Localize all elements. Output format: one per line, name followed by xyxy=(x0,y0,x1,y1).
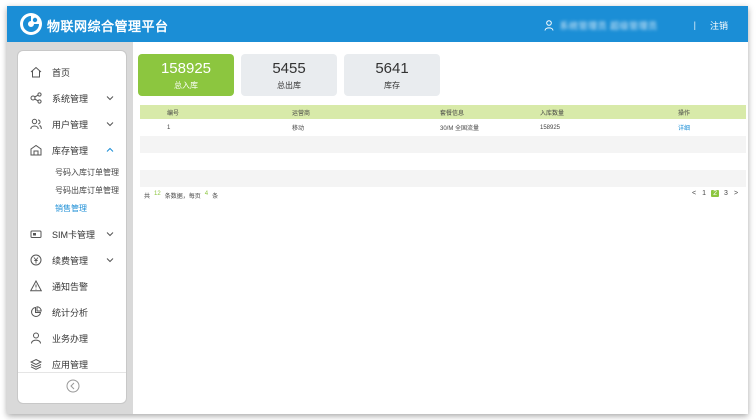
submenu-item-outbound-orders[interactable]: 号码出库订单管理 xyxy=(18,181,126,199)
chevron-down-icon xyxy=(106,122,114,127)
sidebar-item-business[interactable]: 业务办理 xyxy=(18,325,126,351)
sidebar-item-inventory[interactable]: 库存管理 xyxy=(18,137,126,163)
users-icon xyxy=(30,118,42,130)
next-page-button[interactable]: > xyxy=(733,190,739,197)
header-separator: | xyxy=(693,20,696,30)
table-cell: 1 xyxy=(167,124,171,131)
stat-label: 总出库 xyxy=(277,81,301,90)
submenu-item-inbound-orders[interactable]: 号码入库订单管理 xyxy=(18,163,126,181)
sidebar-divider xyxy=(18,372,126,373)
pagination-suffix: 条 xyxy=(212,194,219,200)
sidebar-item-label: 应用管理 xyxy=(52,359,89,370)
yen-coin-icon xyxy=(30,254,42,266)
user-icon xyxy=(544,19,554,31)
inventory-submenu: 号码入库订单管理 号码出库订单管理 销售管理 xyxy=(18,163,126,217)
table-row-empty xyxy=(140,153,746,170)
table-cell: 30/M 全国流量 xyxy=(440,126,480,132)
column-header: 运营商 xyxy=(292,110,311,117)
column-header: 入库数量 xyxy=(540,110,565,117)
pagination-info: 共 12 条数据，每页 4 条 xyxy=(144,191,218,200)
sidebar-item-label: 库存管理 xyxy=(52,145,89,156)
sidebar-item-apps[interactable]: 应用管理 xyxy=(18,351,126,377)
table-cell: 158925 xyxy=(540,124,561,131)
prev-page-button[interactable]: < xyxy=(691,190,697,197)
pagination-per-page: 4 xyxy=(204,191,209,197)
user-name[interactable]: 系统管理员 超级管理员 xyxy=(560,19,658,32)
share-nodes-icon xyxy=(30,92,42,104)
chevron-up-icon xyxy=(106,147,114,152)
sidebar-menu-lower: SIM卡管理 续费管理 通知告警 统计分析 业务办理 应用管理 xyxy=(18,217,126,377)
stat-card-stock[interactable]: 5641 库存 xyxy=(344,54,440,96)
chevron-down-icon xyxy=(106,96,114,101)
sidebar-item-alerts[interactable]: 通知告警 xyxy=(18,273,126,299)
table-header-row: 编号 运营商 套餐信息 入库数量 操作 xyxy=(140,105,746,119)
stat-value: 158925 xyxy=(160,60,212,77)
sidebar: 首页 系统管理 用户管理 库存管理 号码入库订单管理 号码出库订单管理 销售管理… xyxy=(17,50,127,404)
details-link[interactable]: 详细 xyxy=(678,126,690,132)
main-content: 158925 总入库 5455 总出库 5641 库存 编号 运营商 套餐信息 … xyxy=(133,42,748,414)
stat-card-total-inbound[interactable]: 158925 总入库 xyxy=(138,54,234,96)
home-icon xyxy=(30,66,42,78)
sidebar-item-home[interactable]: 首页 xyxy=(18,59,126,85)
table-row-empty xyxy=(140,170,746,187)
sidebar-menu: 首页 系统管理 用户管理 库存管理 xyxy=(18,51,126,163)
column-header: 编号 xyxy=(167,110,180,117)
chevron-down-icon xyxy=(106,232,114,237)
stat-value: 5455 xyxy=(272,60,306,77)
app-title: 物联网综合管理平台 xyxy=(47,19,169,34)
page-button-3[interactable]: 3 xyxy=(723,190,729,197)
pagination-mid: 条数据，每页 xyxy=(164,194,201,200)
sidebar-item-label: SIM卡管理 xyxy=(52,229,96,240)
logout-button[interactable]: 注销 xyxy=(710,19,728,32)
stat-label: 总入库 xyxy=(174,81,198,90)
sidebar-item-statistics[interactable]: 统计分析 xyxy=(18,299,126,325)
stat-card-total-outbound[interactable]: 5455 总出库 xyxy=(241,54,337,96)
sim-card-icon xyxy=(30,230,42,238)
pagination: < 1 2 3 > xyxy=(691,190,739,197)
pagination-prefix: 共 xyxy=(144,194,151,200)
sidebar-item-renewal[interactable]: 续费管理 xyxy=(18,247,126,273)
top-header: 物联网综合管理平台 系统管理员 超级管理员 | 注销 xyxy=(7,6,748,42)
pie-chart-icon xyxy=(31,306,42,317)
warehouse-icon xyxy=(30,144,42,156)
sidebar-item-label: 通知告警 xyxy=(52,281,89,292)
person-icon xyxy=(31,332,41,344)
table-row-empty xyxy=(140,136,746,153)
sidebar-item-system[interactable]: 系统管理 xyxy=(18,85,126,111)
layers-icon xyxy=(30,358,42,370)
table-row: 1 移动 30/M 全国流量 158925 详细 xyxy=(140,119,746,136)
logo-icon xyxy=(20,13,42,35)
inventory-table-wrapper: 编号 运营商 套餐信息 入库数量 操作 1 移动 30/M 全国流量 15892… xyxy=(140,105,746,187)
sidebar-item-label: 续费管理 xyxy=(52,255,89,266)
sidebar-item-label: 首页 xyxy=(52,67,71,78)
chevron-down-icon xyxy=(106,258,114,263)
stat-value: 5641 xyxy=(375,60,409,77)
user-area: 系统管理员 超级管理员 | 注销 xyxy=(544,18,728,32)
app-window: 物联网综合管理平台 系统管理员 超级管理员 | 注销 首页 系统管理 用户管理 … xyxy=(7,6,748,414)
column-header: 套餐信息 xyxy=(440,110,465,117)
inventory-table: 编号 运营商 套餐信息 入库数量 操作 1 移动 30/M 全国流量 15892… xyxy=(140,105,746,187)
sidebar-item-label: 系统管理 xyxy=(52,93,89,104)
submenu-item-sales[interactable]: 销售管理 xyxy=(18,199,126,217)
sidebar-item-label: 业务办理 xyxy=(52,333,89,344)
sidebar-item-label: 统计分析 xyxy=(52,307,89,318)
sidebar-item-users[interactable]: 用户管理 xyxy=(18,111,126,137)
stat-label: 库存 xyxy=(384,81,400,90)
collapse-sidebar-icon[interactable] xyxy=(66,379,80,393)
page-button-2[interactable]: 2 xyxy=(711,190,719,197)
warning-icon xyxy=(30,280,42,292)
column-header: 操作 xyxy=(678,110,691,117)
sidebar-item-label: 用户管理 xyxy=(52,119,89,130)
page-button-1[interactable]: 1 xyxy=(701,190,707,197)
pagination-total: 12 xyxy=(154,191,161,197)
table-cell: 移动 xyxy=(292,126,305,132)
sidebar-item-sim[interactable]: SIM卡管理 xyxy=(18,221,126,247)
